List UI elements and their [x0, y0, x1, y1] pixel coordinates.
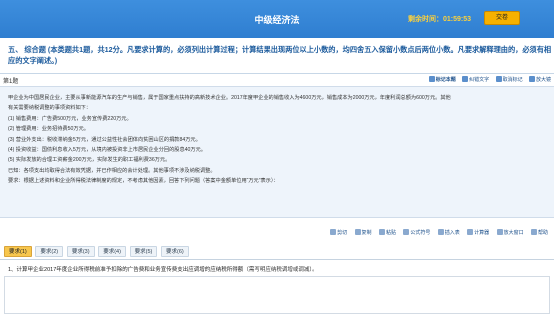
question-number: 第1题: [3, 79, 19, 85]
cut-button[interactable]: 剪切: [330, 229, 347, 236]
material-line: 甲企业为中国居民企业，主要从事新能源汽车的生产与销售，属于国家重点扶持的高新技术…: [8, 95, 451, 101]
material-line: (5) 实际发放的合理工资薪金200万元，实际发生的职工福利费36万元。: [8, 157, 171, 164]
magnifier-icon: [528, 76, 535, 82]
question-tools: 标记本题 纠错文字 取消标记 放大镜: [424, 76, 551, 83]
section-instructions: 五、 综合题 (本类题共1题，共12分。凡要求计算的，必须列出计算过程；计算结果…: [8, 45, 552, 65]
expand-icon: [496, 229, 503, 235]
tab-requirement-4[interactable]: 要求(4): [98, 246, 126, 257]
flag-icon: [428, 76, 435, 82]
zoom-button[interactable]: 放大镜: [528, 76, 551, 83]
answer-input[interactable]: [4, 276, 550, 314]
unmark-button[interactable]: 取消标记: [495, 76, 523, 83]
copy-icon: [354, 229, 361, 235]
edit-icon: [462, 76, 469, 82]
requirement-tabs: 要求(1) 要求(2) 要求(3) 要求(4) 要求(5) 要求(6): [4, 246, 191, 258]
material-line: (4) 投资收益：国债利息收入5万元，从境内被投资非上市居民企业分回的股息40万…: [8, 147, 206, 154]
tab-requirement-2[interactable]: 要求(2): [35, 246, 64, 257]
material-line: 有关需要纳税调整的事项资料如下：: [8, 105, 92, 112]
mark-question-button[interactable]: 标记本题: [428, 76, 456, 83]
answer-editor-toolbar: 剪切 复制 粘贴 公式符号 插入表 计算器 放大窗口 帮助: [0, 220, 554, 244]
material-line: (1) 销售费用：广告费500万元，业务宣传费220万元。: [8, 115, 132, 122]
help-icon: [530, 229, 537, 235]
tab-requirement-5[interactable]: 要求(5): [129, 246, 158, 257]
help-button[interactable]: 帮助: [530, 229, 548, 236]
formula-symbol-button[interactable]: 公式符号: [403, 229, 430, 236]
paste-button[interactable]: 粘贴: [378, 229, 396, 236]
material-line: (3) 营业外支出：税收滞纳金5万元，通过公益性社会团体向贫困山区的捐款84万元…: [8, 136, 201, 143]
answer-area: 1、计算甲企业2017年度企业所得税前准予扣除的广告费和业务宣传费支出应调增的应…: [0, 259, 554, 314]
insert-table-button[interactable]: 插入表: [437, 229, 460, 236]
case-material: 甲企业为中国居民企业，主要从事新能源汽车的生产与销售，属于国家重点扶持的高新技术…: [0, 86, 554, 218]
formula-icon: [403, 229, 410, 235]
top-bar: 中级经济法 剩余时间：01:59:53 交卷: [0, 0, 554, 38]
paste-icon: [378, 229, 385, 235]
timer-label: 剩余时间：: [408, 16, 443, 23]
tab-requirement-1[interactable]: 要求(1): [4, 246, 32, 257]
error-report-button[interactable]: 纠错文字: [462, 76, 489, 83]
calculator-button[interactable]: 计算器: [467, 229, 489, 236]
tab-requirement-3[interactable]: 要求(3): [66, 246, 95, 257]
copy-button[interactable]: 复制: [354, 229, 372, 236]
table-icon: [437, 229, 444, 235]
material-line: 已知：各项支出均取得合法有效凭据，并已作相应的会计处理。其他事项不涉及纳税调整。: [8, 167, 216, 174]
timer-value: 01:59:53: [443, 16, 472, 23]
requirement-hint: （需写明应纳税调增或调减）。: [243, 267, 318, 273]
scissors-icon: [330, 229, 337, 235]
submit-exam-button[interactable]: 交卷: [484, 11, 520, 25]
tab-requirement-6[interactable]: 要求(6): [161, 246, 189, 257]
requirement-text: 1、计算甲企业2017年度企业所得税前准予扣除的广告费和业务宣传费支出应调增的应…: [8, 265, 318, 273]
material-line: 要求：根据上述资料和企业所得税法律制度的规定，不考虑其他因素，回答下列问题（答案…: [8, 178, 279, 185]
countdown-timer: 剩余时间：01:59:53: [408, 14, 471, 24]
enlarge-window-button[interactable]: 放大窗口: [496, 229, 524, 236]
question-bar: 第1题 标记本题 纠错文字 取消标记 放大镜: [0, 73, 554, 85]
calculator-icon: [467, 229, 474, 235]
requirement-question: 1、计算甲企业2017年度企业所得税前准予扣除的广告费和业务宣传费支出应调增的应…: [8, 267, 244, 273]
material-line: (2) 管理费用：业务招待费50万元。: [8, 126, 89, 133]
unflag-icon: [495, 76, 502, 82]
